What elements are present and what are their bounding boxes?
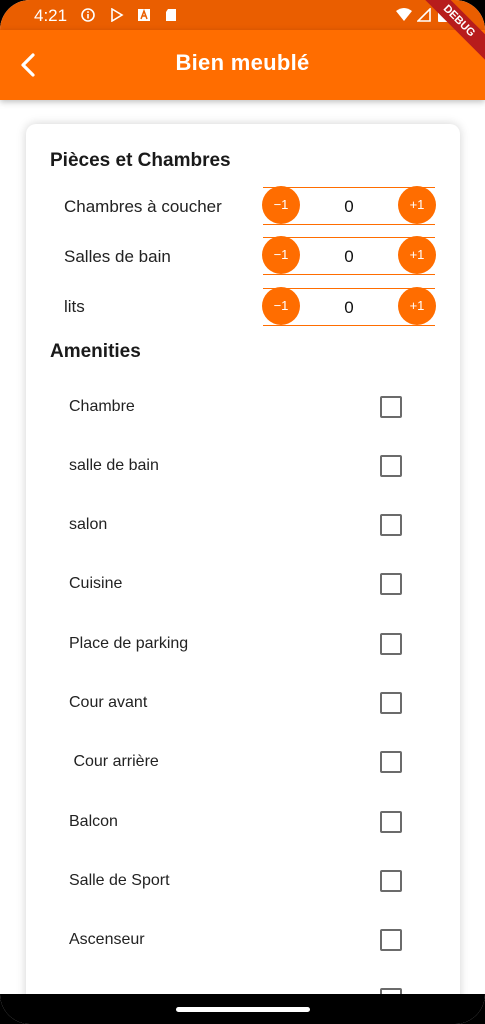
amenity-checkbox-balcon[interactable] bbox=[380, 811, 402, 833]
page-title: Bien meublé bbox=[175, 50, 310, 75]
wifi-icon bbox=[396, 8, 412, 21]
amenity-label: Ascenseur bbox=[69, 931, 145, 948]
amenity-checkbox-cour-avant[interactable] bbox=[380, 692, 402, 714]
home-gesture-handle[interactable] bbox=[176, 1007, 310, 1012]
amenity-checkbox-salle-de-bain[interactable] bbox=[380, 455, 402, 477]
play-store-icon bbox=[111, 8, 124, 22]
amenity-checkbox-place-de-parking[interactable] bbox=[380, 633, 402, 655]
amenity-label: Cuisine bbox=[69, 575, 123, 592]
amenity-checkbox-cuisine[interactable] bbox=[380, 573, 402, 595]
counter-label-bedrooms: Chambres à coucher bbox=[64, 197, 222, 216]
amenity-label: Cour arrière bbox=[69, 753, 159, 770]
screen: 4:21 Bien meublé DEBUG Pièces et Chambre… bbox=[0, 0, 485, 1024]
amenity-label: Balcon bbox=[69, 813, 118, 830]
bedrooms-stepper: −1 0 +1 bbox=[262, 186, 436, 225]
amenity-checkbox-salon[interactable] bbox=[380, 514, 402, 536]
rooms-section-title: Pièces et Chambres bbox=[50, 150, 231, 171]
amenities-section-title: Amenities bbox=[50, 341, 141, 362]
font-notification-icon bbox=[138, 8, 150, 21]
status-bar: 4:21 bbox=[0, 0, 485, 30]
form-card: Pièces et Chambres Chambres à coucher −1… bbox=[26, 124, 460, 1024]
counter-label-bathrooms: Salles de bain bbox=[64, 247, 171, 266]
amenity-checkbox-chambre[interactable] bbox=[380, 396, 402, 418]
beds-stepper: −1 0 +1 bbox=[262, 287, 436, 326]
bathrooms-stepper: −1 0 +1 bbox=[262, 236, 436, 275]
bedrooms-increment-button[interactable]: +1 bbox=[398, 186, 436, 224]
amenity-label: Place de parking bbox=[69, 635, 189, 652]
amenity-label: salon bbox=[69, 516, 108, 533]
bathrooms-increment-button[interactable]: +1 bbox=[398, 236, 436, 274]
signal-icon bbox=[417, 8, 431, 22]
status-time: 4:21 bbox=[34, 6, 68, 25]
amenity-label: Cour avant bbox=[69, 694, 148, 711]
amenity-label: Salle de Sport bbox=[69, 872, 170, 889]
sd-card-icon bbox=[166, 9, 176, 21]
amenity-checkbox-cour-arriere[interactable] bbox=[380, 751, 402, 773]
info-icon bbox=[81, 8, 95, 22]
system-navigation-bar bbox=[0, 994, 485, 1024]
app-bar: Bien meublé bbox=[0, 30, 485, 100]
amenity-checkbox-salle-de-sport[interactable] bbox=[380, 870, 402, 892]
beds-increment-button[interactable]: +1 bbox=[398, 287, 436, 325]
counter-label-beds: lits bbox=[64, 297, 85, 316]
amenity-label: Chambre bbox=[69, 398, 135, 415]
amenity-checkbox-ascenseur[interactable] bbox=[380, 929, 402, 951]
amenity-label: salle de bain bbox=[69, 457, 159, 474]
